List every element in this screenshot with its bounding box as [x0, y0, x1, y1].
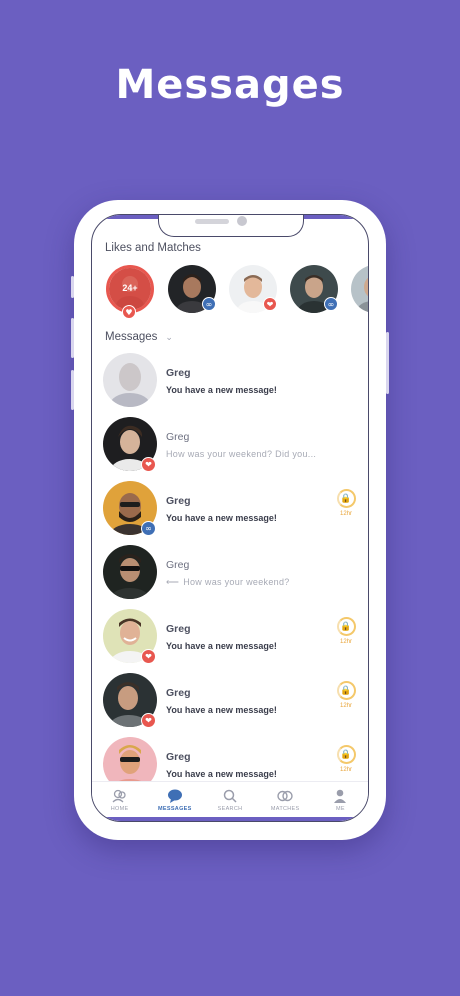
- tab-bar: HOME MESSAGES SEARCH MATCHES ME: [92, 781, 368, 821]
- lock-time: 12hr: [339, 511, 352, 517]
- tab-me[interactable]: ME: [313, 782, 368, 821]
- lock-time: 12hr: [339, 639, 352, 645]
- volume-down-button: [71, 370, 74, 410]
- likes-row: 24+ ♥ ∞ ❤ ∞: [104, 265, 368, 319]
- messages-section-title: Messages: [105, 331, 158, 343]
- likes-section-title: Likes and Matches: [105, 242, 201, 254]
- lock-icon: 🔒: [336, 617, 356, 636]
- lock-icon: 🔒: [336, 489, 356, 508]
- message-sender: Greg: [166, 687, 191, 699]
- page-headline: Messages: [115, 62, 345, 108]
- lock-timer: 🔒 12hr: [335, 617, 357, 645]
- message-preview: You have a new message!: [166, 513, 277, 523]
- lock-icon: 🔒: [336, 745, 356, 764]
- home-icon: [92, 788, 147, 803]
- message-item[interactable]: Greg ⟵ How was your weekend?: [92, 545, 368, 607]
- message-sender: Greg: [166, 751, 191, 763]
- tab-search[interactable]: SEARCH: [202, 782, 257, 821]
- home-indicator: [92, 817, 368, 821]
- likes-count: 24+: [122, 283, 138, 293]
- message-item[interactable]: ∞ Greg You have a new message! 🔒 12hr: [92, 481, 368, 543]
- match-icon: ∞: [324, 297, 338, 311]
- tab-messages[interactable]: MESSAGES: [147, 782, 202, 821]
- message-item[interactable]: Greg You have a new message!: [92, 353, 368, 415]
- message-item[interactable]: ❤ Greg You have a new message! 🔒 12hr: [92, 673, 368, 735]
- message-preview: How was your weekend? Did you...: [166, 449, 317, 459]
- message-preview-row: ⟵ How was your weekend?: [166, 577, 290, 588]
- like-icon: ❤: [141, 457, 156, 472]
- message-preview: You have a new message!: [166, 705, 277, 715]
- person-icon: [313, 788, 368, 803]
- lock-timer: 🔒 12hr: [335, 489, 357, 517]
- chevron-down-icon: ⌄: [165, 331, 173, 342]
- speaker: [195, 219, 229, 224]
- like-icon: ❤: [141, 713, 156, 728]
- message-preview: You have a new message!: [166, 769, 277, 779]
- avatar: [103, 545, 157, 599]
- matches-icon: [258, 788, 313, 803]
- power-button: [386, 332, 389, 394]
- match-icon: ∞: [141, 521, 156, 536]
- reply-arrow-icon: ⟵: [166, 577, 180, 587]
- tab-label: MESSAGES: [158, 806, 192, 812]
- tab-home[interactable]: HOME: [92, 782, 147, 821]
- message-sender: Greg: [166, 367, 191, 379]
- message-sender: Greg: [166, 495, 191, 507]
- tab-label: SEARCH: [217, 806, 243, 812]
- phone-frame: Likes and Matches 24+ ♥ ∞ ❤ ∞ Messages ⌄…: [71, 200, 389, 840]
- message-item[interactable]: ❤ Greg How was your weekend? Did you...: [92, 417, 368, 479]
- volume-up-button: [71, 318, 74, 358]
- lock-timer: 🔒 12hr: [335, 681, 357, 709]
- lock-time: 12hr: [339, 703, 352, 709]
- heart-icon: ♥: [122, 305, 136, 319]
- lock-timer: 🔒 12hr: [335, 745, 357, 773]
- like-icon: ❤: [263, 297, 277, 311]
- notch: [158, 215, 304, 237]
- messages-section-header[interactable]: Messages ⌄: [105, 331, 173, 343]
- message-preview: How was your weekend?: [183, 577, 290, 587]
- message-preview: You have a new message!: [166, 385, 277, 395]
- lock-icon: 🔒: [336, 681, 356, 700]
- search-icon: [202, 788, 257, 803]
- message-sender: Greg: [166, 431, 190, 443]
- chat-icon: [147, 788, 202, 803]
- message-preview: You have a new message!: [166, 641, 277, 651]
- tab-label: MATCHES: [270, 806, 300, 812]
- mute-switch: [71, 276, 74, 298]
- tab-label: ME: [335, 806, 345, 812]
- message-item[interactable]: ❤ Greg You have a new message! 🔒 12hr: [92, 609, 368, 671]
- match-avatar-4[interactable]: [351, 265, 368, 313]
- tab-label: HOME: [110, 806, 129, 812]
- tab-matches[interactable]: MATCHES: [258, 782, 313, 821]
- avatar: [103, 353, 157, 407]
- like-icon: ❤: [141, 649, 156, 664]
- message-sender: Greg: [166, 559, 190, 571]
- lock-time: 12hr: [339, 767, 352, 773]
- message-sender: Greg: [166, 623, 191, 635]
- match-icon: ∞: [202, 297, 216, 311]
- camera: [237, 216, 247, 226]
- phone-screen: Likes and Matches 24+ ♥ ∞ ❤ ∞ Messages ⌄…: [91, 214, 369, 822]
